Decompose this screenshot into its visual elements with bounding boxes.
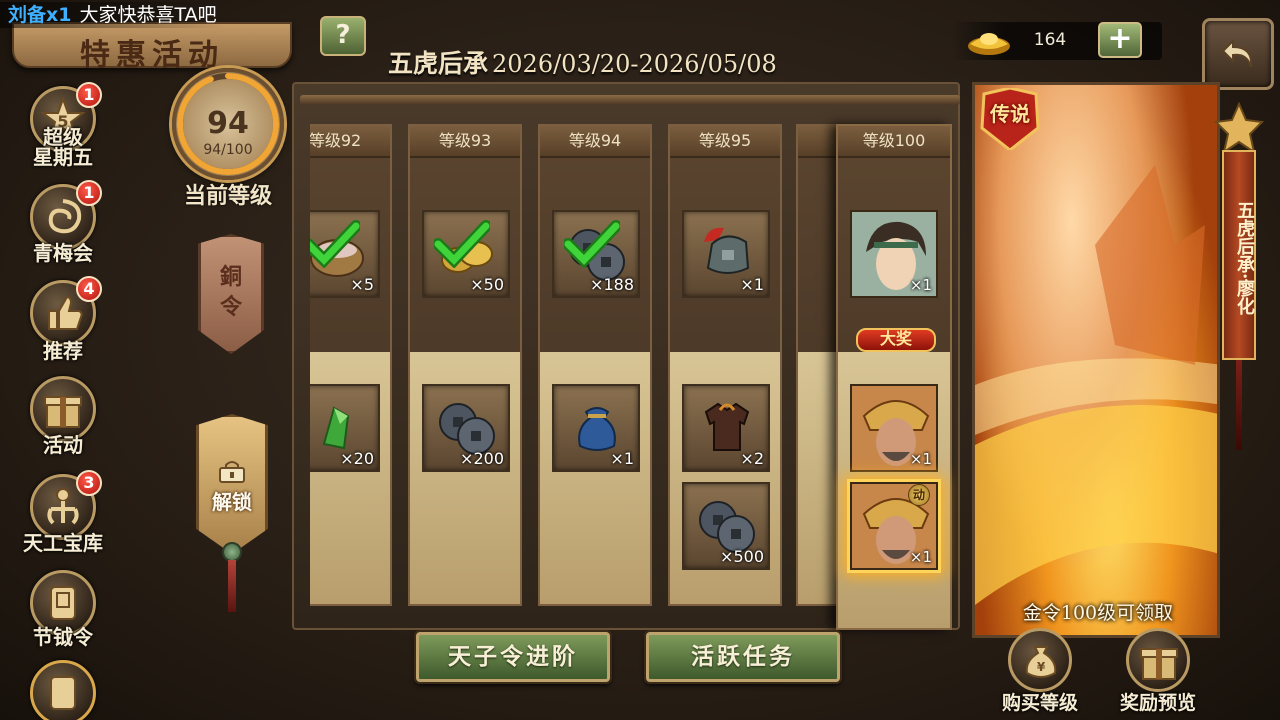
level-progress-text: 94/100 xyxy=(203,142,253,158)
notification-badge: 3 xyxy=(76,470,102,496)
back-arrow-icon xyxy=(1221,38,1253,68)
reward-quantity: ×1 xyxy=(740,275,764,294)
title-banner: 特惠活动 xyxy=(12,22,292,73)
sidebar-item-label: 青梅会 xyxy=(33,241,93,265)
grand-prize-tag: 大奖 xyxy=(856,328,936,352)
reward-slot-free[interactable]: ×5 xyxy=(310,210,380,298)
reward-quantity: ×20 xyxy=(340,449,374,468)
reward-column-level-93: 等级93 ×50 ×200 xyxy=(408,124,522,606)
reward-quantity: ×1 xyxy=(909,276,932,294)
reward-quantity: ×1 xyxy=(909,548,932,566)
sidebar-item-label: 星期五 xyxy=(33,145,93,169)
notification-badge: 1 xyxy=(76,82,102,108)
reward-slot-paid[interactable]: ×2 xyxy=(682,384,770,472)
broadcast-message: 刘备x1 大家快恭喜TA吧 xyxy=(0,2,225,28)
reward-quantity: ×1 xyxy=(909,450,932,468)
banner-crest-icon xyxy=(1214,102,1264,154)
claimed-check-icon xyxy=(564,220,620,268)
column-level-header: 等级94 xyxy=(540,126,650,158)
reward-slot-paid[interactable]: ×20 xyxy=(310,384,380,472)
column-level-header: 等级100 xyxy=(838,126,950,158)
reward-slot-paid[interactable]: ×200 xyxy=(422,384,510,472)
column-level-header: 等级95 xyxy=(670,126,780,158)
claimed-check-icon xyxy=(310,220,360,268)
advance-pass-button[interactable]: 天子令进阶 xyxy=(416,632,610,682)
column-level-header: 等级92 xyxy=(310,126,390,158)
buy-level-button[interactable]: ¥ 购买等级 xyxy=(990,628,1090,718)
sidebar-item-recommend[interactable]: 4 推荐 xyxy=(20,276,106,372)
current-level-label: 当前等级 xyxy=(183,183,272,209)
notification-badge: 4 xyxy=(76,276,102,302)
reward-slot-free-hero[interactable]: ×1 xyxy=(850,210,938,298)
seal-icon xyxy=(50,676,76,710)
reward-slot-free[interactable]: ×50 xyxy=(422,210,510,298)
seal-icon xyxy=(50,586,76,620)
jade-pendant xyxy=(222,542,242,562)
claimed-check-icon xyxy=(434,220,490,268)
claim-hint-text: 金令100级可领取 xyxy=(1022,602,1174,624)
sidebar-item-qingmei[interactable]: 1 青梅会 xyxy=(20,180,106,276)
hero-preview-art[interactable] xyxy=(972,82,1220,638)
currency-value: 164 xyxy=(1033,30,1067,50)
sidebar-item-label: 节钺令 xyxy=(33,625,93,649)
lock-icon xyxy=(219,461,245,483)
add-currency-button[interactable]: + xyxy=(1098,22,1142,58)
activity-dates: 2026/03/20-2026/05/08 xyxy=(492,50,777,78)
reward-preview-button[interactable]: 奖励预览 xyxy=(1108,628,1208,718)
banner-rope xyxy=(1236,360,1242,450)
reward-column-level-92: 等级92 ×5 ×20 xyxy=(310,124,392,606)
activity-name: 五虎后承 xyxy=(388,49,489,78)
reward-column-level-100: 等级100 ×1 ×1 ×1 xyxy=(836,124,952,630)
sidebar-item-treasury[interactable]: 3 天工宝库 xyxy=(20,470,106,566)
money-bag-icon: ¥ xyxy=(1025,646,1057,678)
svg-text:¥: ¥ xyxy=(1037,660,1046,674)
active-tasks-button[interactable]: 活跃任务 xyxy=(646,632,840,682)
sidebar-item-label: 活动 xyxy=(43,433,83,457)
reward-slot-paid-hero[interactable]: ×1 xyxy=(850,384,938,472)
reward-quantity: ×1 xyxy=(610,449,634,468)
reward-quantity: ×50 xyxy=(470,275,504,294)
back-button[interactable] xyxy=(1202,18,1274,90)
reward-slot-paid-extra[interactable]: ×500 xyxy=(682,482,770,570)
buy-level-label: 购买等级 xyxy=(1001,692,1078,714)
sidebar-item-super-friday[interactable]: 5 1 超级 星期五 xyxy=(20,82,106,178)
gold-ingot-icon xyxy=(968,33,1010,55)
current-level-number: 94 xyxy=(207,106,249,141)
reward-column-level-94: 等级94 ×188 ×1 xyxy=(538,124,652,606)
tassel xyxy=(228,560,236,612)
column-level-header: 等级93 xyxy=(410,126,520,158)
sidebar-item-jieyue[interactable]: 节钺令 xyxy=(20,570,106,662)
sidebar-item-label: 天工宝库 xyxy=(23,531,103,555)
reward-preview-label: 奖励预览 xyxy=(1119,692,1196,714)
reward-quantity: ×2 xyxy=(740,449,764,468)
unlock-label: 解锁 xyxy=(212,490,252,514)
reward-quantity: ×500 xyxy=(720,547,764,566)
bronze-token-label: 銅 令 xyxy=(219,264,242,320)
reward-slot-free[interactable]: ×1 xyxy=(682,210,770,298)
broadcast-player-name: 刘备x1 xyxy=(8,4,72,26)
help-button[interactable]: ? xyxy=(320,16,366,56)
activity-title: 五虎后承 2026/03/20-2026/05/08 xyxy=(388,44,777,80)
sidebar-item-activity[interactable]: 活动 xyxy=(20,376,106,468)
reward-slot-paid[interactable]: ×1 xyxy=(552,384,640,472)
gift-icon xyxy=(1140,648,1178,680)
gold-token-unlock-button[interactable] xyxy=(196,414,268,554)
reward-quantity: ×188 xyxy=(590,275,634,294)
reward-quantity: ×5 xyxy=(350,275,374,294)
active-effect-tag: 动 xyxy=(908,484,930,506)
fire-effect-art xyxy=(975,165,1217,605)
reward-column-level-95: 等级95 ×1 ×2 ×500 xyxy=(668,124,782,606)
gift-icon xyxy=(44,396,82,428)
sidebar-item-more[interactable] xyxy=(20,660,106,720)
hero-name-text: 五虎后承·廖化 xyxy=(1234,200,1255,316)
sidebar-item-label: 推荐 xyxy=(43,339,83,363)
reward-quantity: ×200 xyxy=(460,449,504,468)
legend-tag: 传说 xyxy=(990,102,1030,126)
notification-badge: 1 xyxy=(76,180,102,206)
reward-slot-free[interactable]: ×188 xyxy=(552,210,640,298)
broadcast-text: 大家快恭喜TA吧 xyxy=(79,4,217,26)
